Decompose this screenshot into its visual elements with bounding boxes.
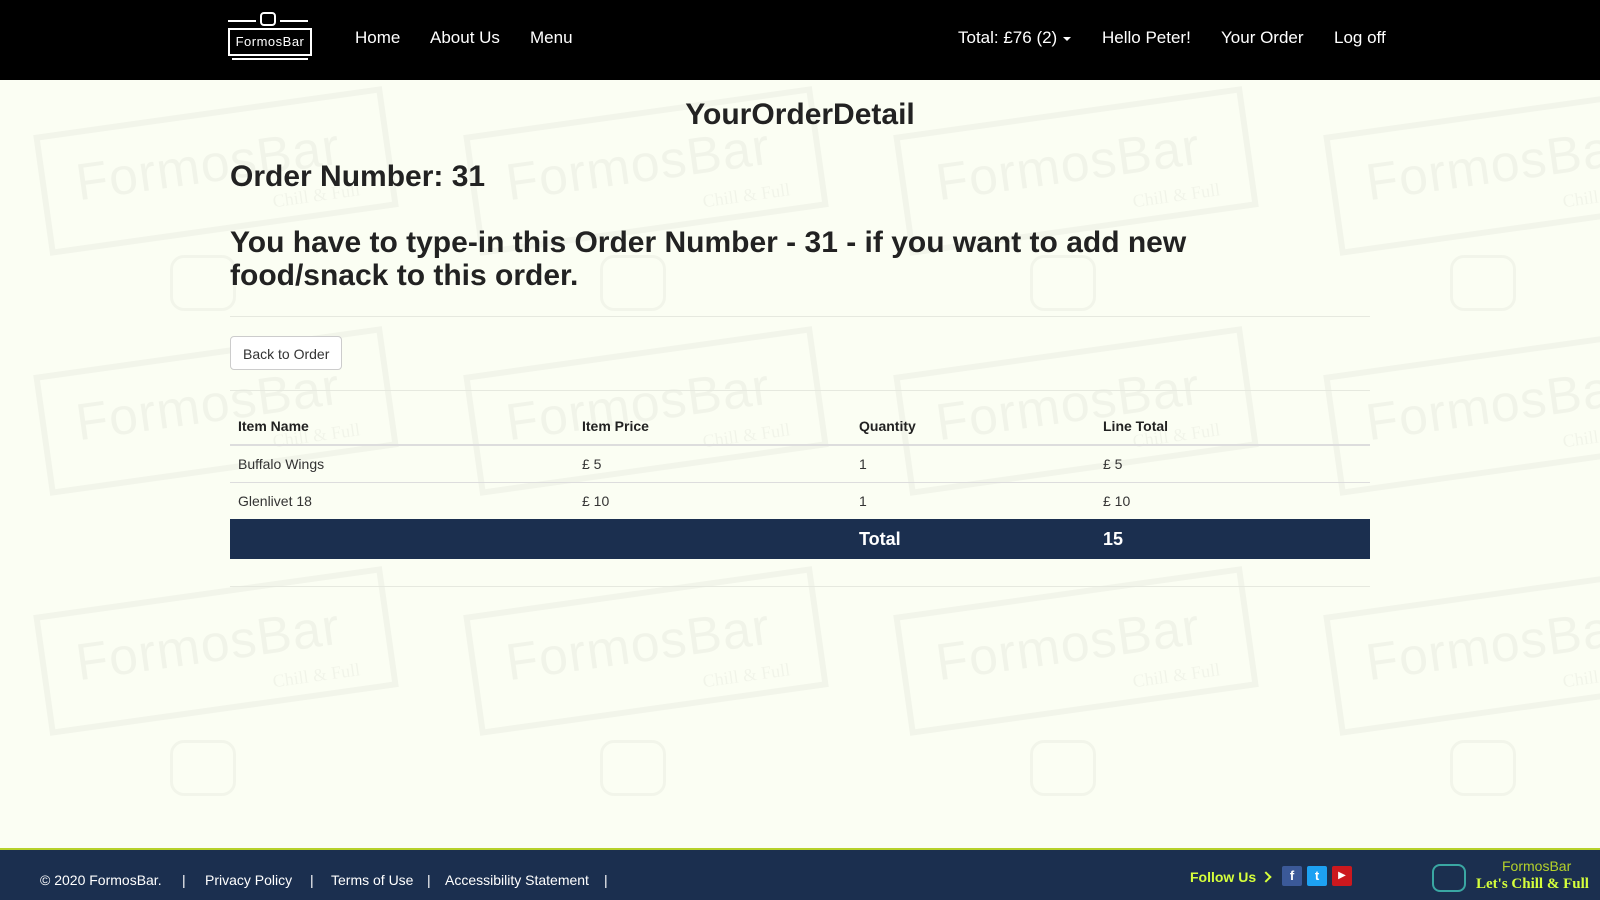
nav-greeting[interactable]: Hello Peter! <box>1102 28 1191 48</box>
line-total-cell: £ 5 <box>1095 444 1370 483</box>
nav-your-order[interactable]: Your Order <box>1221 28 1304 48</box>
watermark-barrel-icon <box>1450 255 1516 311</box>
empty-cell <box>230 519 574 559</box>
footer-logo: FormosBar Let's Chill & Full <box>1432 858 1600 896</box>
empty-cell <box>574 519 851 559</box>
footer-separator: | <box>427 872 431 888</box>
follow-us-text: Follow Us <box>1190 869 1257 885</box>
divider <box>230 586 1370 587</box>
footer-separator: | <box>310 872 314 888</box>
order-items-table: Item Name Item Price Quantity Line Total… <box>230 408 1370 559</box>
watermark-barrel-icon <box>170 740 236 796</box>
item-price-cell: £ 10 <box>574 482 851 519</box>
order-notice: You have to type-in this Order Number - … <box>230 226 1187 292</box>
total-row: Total 15 <box>230 519 1370 559</box>
youtube-icon[interactable]: ▶ <box>1332 866 1352 886</box>
barrel-logo-icon <box>260 12 276 26</box>
watermark-barrel-icon <box>1450 740 1516 796</box>
footer-logo-slogan: Let's Chill & Full <box>1476 876 1589 892</box>
follow-us-label: Follow Us <box>1190 869 1272 885</box>
watermark-barrel-icon <box>1030 740 1096 796</box>
nav-log-off[interactable]: Log off <box>1334 28 1386 48</box>
table-header-row: Item Name Item Price Quantity Line Total <box>230 408 1370 446</box>
logo-line <box>280 20 308 22</box>
brand-logo[interactable]: FormosBar <box>228 12 312 62</box>
caret-down-icon <box>1063 36 1072 41</box>
copyright-text: © 2020 FormosBar. <box>40 872 162 888</box>
logo-line <box>228 20 256 22</box>
column-header: Item Name <box>230 408 574 446</box>
cart-total-label: Total: £76 (2) <box>958 28 1058 47</box>
privacy-policy-link[interactable]: Privacy Policy <box>205 872 292 888</box>
nav-menu[interactable]: Menu <box>530 28 573 48</box>
watermark-barrel-icon <box>600 740 666 796</box>
facebook-icon[interactable]: f <box>1282 866 1302 886</box>
column-header: Line Total <box>1095 408 1370 446</box>
table-row: Glenlivet 18 £ 10 1 £ 10 <box>230 482 1370 519</box>
site-footer: © 2020 FormosBar. | Privacy Policy | Ter… <box>0 848 1600 900</box>
footer-logo-brand: FormosBar <box>1502 858 1572 874</box>
item-price-cell: £ 5 <box>574 444 851 483</box>
total-label: Total <box>851 519 1095 559</box>
watermark-barrel-icon <box>170 255 236 311</box>
back-to-order-button[interactable]: Back to Order <box>230 336 343 370</box>
terms-of-use-link[interactable]: Terms of Use <box>331 872 413 888</box>
twitter-icon[interactable]: t <box>1307 866 1327 886</box>
page-title: YourOrderDetail <box>685 98 915 131</box>
footer-separator: | <box>182 872 186 888</box>
cart-total-dropdown[interactable]: Total: £76 (2) <box>958 28 1072 48</box>
nav-home[interactable]: Home <box>355 28 400 48</box>
order-number-heading: Order Number: 31 <box>230 160 486 193</box>
column-header: Item Price <box>574 408 851 446</box>
divider <box>230 316 1370 317</box>
table-row: Buffalo Wings £ 5 1 £ 5 <box>230 444 1370 483</box>
watermark-tile: FormosBarChill & Full <box>463 566 829 736</box>
footer-separator: | <box>604 872 608 888</box>
line-total-cell: £ 10 <box>1095 482 1370 519</box>
brand-name: FormosBar <box>228 28 312 56</box>
logo-line <box>232 58 308 60</box>
item-name-cell: Glenlivet 18 <box>230 482 574 519</box>
top-navbar: FormosBar Home About Us Menu Total: £76 … <box>0 0 1600 80</box>
item-name-cell: Buffalo Wings <box>230 444 574 483</box>
barrel-logo-icon <box>1432 864 1466 892</box>
divider <box>230 390 1370 391</box>
watermark-tile: FormosBarChill & Full <box>1323 566 1600 736</box>
watermark-tile: FormosBarChill & Full <box>33 566 399 736</box>
column-header: Quantity <box>851 408 1095 446</box>
accessibility-statement-link[interactable]: Accessibility Statement <box>445 872 589 888</box>
quantity-cell: 1 <box>851 482 1095 519</box>
chevron-right-icon <box>1260 871 1272 883</box>
watermark-tile: FormosBarChill & Full <box>893 566 1259 736</box>
nav-about-us[interactable]: About Us <box>430 28 500 48</box>
quantity-cell: 1 <box>851 444 1095 483</box>
total-value: 15 <box>1095 519 1370 559</box>
